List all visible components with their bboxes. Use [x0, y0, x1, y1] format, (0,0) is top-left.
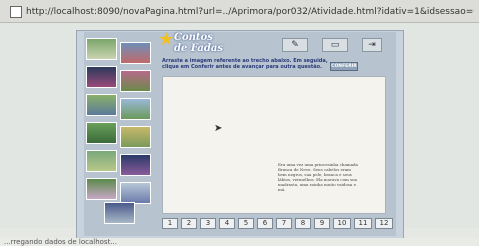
page-button-11[interactable]: 11 [354, 218, 372, 229]
page-button-8[interactable]: 8 [295, 218, 311, 229]
url-field[interactable]: http://localhost:8090/novaPagina.html?ur… [26, 4, 474, 20]
thumbnail-image[interactable] [120, 98, 151, 120]
exit-icon: ⇥ [368, 40, 376, 50]
thumbnail-image[interactable] [86, 94, 117, 116]
page-button-4[interactable]: 4 [219, 218, 235, 229]
instruction-text: Arraste a imagem referente ao trecho aba… [162, 58, 328, 70]
pen-icon: ✎ [291, 40, 299, 50]
image-thumbnails [86, 38, 156, 224]
thumbnail-image[interactable] [86, 66, 117, 88]
page-button-5[interactable]: 5 [238, 218, 254, 229]
page-icon [10, 6, 22, 18]
app-logo: ★ Contos de Fadas [158, 29, 224, 56]
thumbnail-image[interactable] [86, 150, 117, 172]
thumbnail-image[interactable] [104, 202, 135, 224]
browser-address-bar: http://localhost:8090/novaPagina.html?ur… [0, 0, 479, 23]
status-text: ...rregando dados de localhost... [4, 238, 117, 246]
thumbnail-image[interactable] [86, 178, 117, 200]
eraser-button[interactable]: ▭ [322, 38, 348, 52]
confer-button[interactable]: CONFERIR [330, 62, 358, 71]
thumbnail-image[interactable] [120, 70, 151, 92]
page-button-10[interactable]: 10 [333, 218, 351, 229]
thumbnail-image[interactable] [120, 154, 151, 176]
browser-status-bar: ...rregando dados de localhost... [0, 238, 479, 246]
drop-area[interactable] [162, 76, 386, 214]
exit-button[interactable]: ⇥ [362, 38, 382, 52]
thumbnail-image[interactable] [120, 42, 151, 64]
logo-line-2: de Fadas [174, 43, 223, 54]
thumbnail-image[interactable] [120, 126, 151, 148]
page-button-12[interactable]: 12 [375, 218, 393, 229]
thumbnail-image[interactable] [86, 38, 117, 60]
page-button-9[interactable]: 9 [314, 218, 330, 229]
thumbnail-image[interactable] [86, 122, 117, 144]
star-icon: ★ [158, 29, 175, 50]
eraser-icon: ▭ [330, 40, 340, 50]
page-button-2[interactable]: 2 [181, 218, 197, 229]
logo-text: Contos de Fadas [174, 32, 224, 54]
page-button-3[interactable]: 3 [200, 218, 216, 229]
story-text: Era uma vez uma princesinha chamada Bran… [278, 162, 358, 192]
thumbnail-image[interactable] [120, 182, 151, 204]
page-button-6[interactable]: 6 [257, 218, 273, 229]
logo-line-1: Contos [174, 32, 213, 43]
pen-button[interactable]: ✎ [282, 38, 308, 52]
mouse-cursor-icon: ➤ [214, 123, 223, 134]
page-button-7[interactable]: 7 [276, 218, 292, 229]
page-button-1[interactable]: 1 [162, 218, 178, 229]
